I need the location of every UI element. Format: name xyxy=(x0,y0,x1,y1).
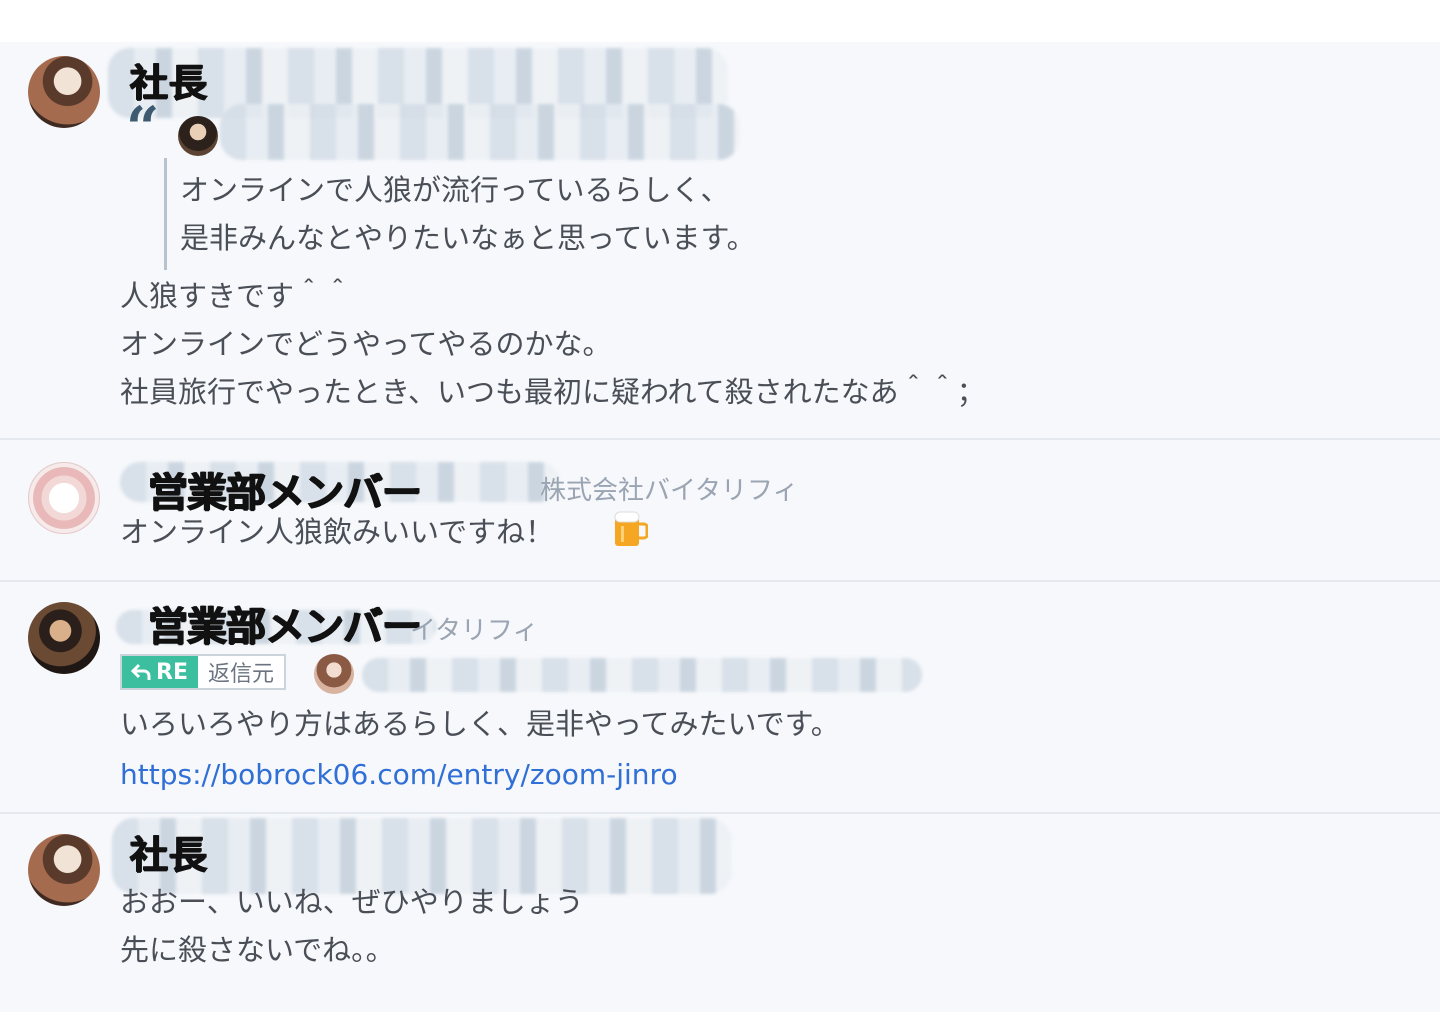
company-name: イタリフィ xyxy=(410,616,539,646)
quote-bar xyxy=(164,158,167,270)
reply-source-label: 返信元 xyxy=(207,662,274,687)
avatar[interactable] xyxy=(28,56,100,128)
company-name: 株式会社バイタリフィ xyxy=(540,476,799,506)
message-line: おおー、いいね、ぜひやりましょう xyxy=(120,885,584,919)
message-item: 営業部メンバー イタリフィ RE 返信元 いろいろやり方はあるらしく、是非やって… xyxy=(0,580,1440,812)
message-line: 社員旅行でやったとき、いつも最初に疑われて殺されたなあ＾＾； xyxy=(120,375,986,409)
quoted-avatar xyxy=(178,116,218,156)
reply-arrow-icon xyxy=(130,663,151,680)
quoted-line: オンラインで人狼が流行っているらしく、 xyxy=(180,173,730,207)
quote-icon: “ xyxy=(126,94,160,162)
message-line: 先に殺さないでね。。 xyxy=(120,933,395,967)
message-item: 営業部メンバー 株式会社バイタリフィ オンライン人狼飲みいいですね！ xyxy=(0,438,1440,580)
author-name: 営業部メンバー xyxy=(148,604,422,650)
re-label: RE xyxy=(122,656,198,688)
message-item: 社長 “ オンラインで人狼が流行っているらしく、 是非みんなとやりたいなぁと思っ… xyxy=(0,42,1440,438)
message-item: 社長 おおー、いいね、ぜひやりましょう 先に殺さないでね。。 xyxy=(0,812,1440,1012)
reply-source-button[interactable]: RE 返信元 xyxy=(120,654,286,690)
replied-avatar xyxy=(314,654,354,694)
message-line: いろいろやり方はあるらしく、是非やってみたいです。 xyxy=(120,707,840,741)
message-line: オンラインでどうやってやるのかな。 xyxy=(120,327,612,361)
author-name: 社長 xyxy=(130,833,209,877)
redacted-area xyxy=(220,104,740,160)
avatar[interactable] xyxy=(28,834,100,906)
redacted-area xyxy=(362,658,922,692)
message-line: オンライン人狼飲みいいですね！ xyxy=(120,515,555,549)
avatar[interactable] xyxy=(28,602,100,674)
chat-timeline: 社長 “ オンラインで人狼が流行っているらしく、 是非みんなとやりたいなぁと思っ… xyxy=(0,42,1440,1012)
quoted-line: 是非みんなとやりたいなぁと思っています。 xyxy=(180,221,756,255)
message-link[interactable]: https://bobrock06.com/entry/zoom-jinro xyxy=(120,758,678,791)
avatar[interactable] xyxy=(28,462,100,534)
beer-mug-icon xyxy=(614,511,648,546)
message-line: 人狼すきです＾＾ xyxy=(120,279,353,313)
